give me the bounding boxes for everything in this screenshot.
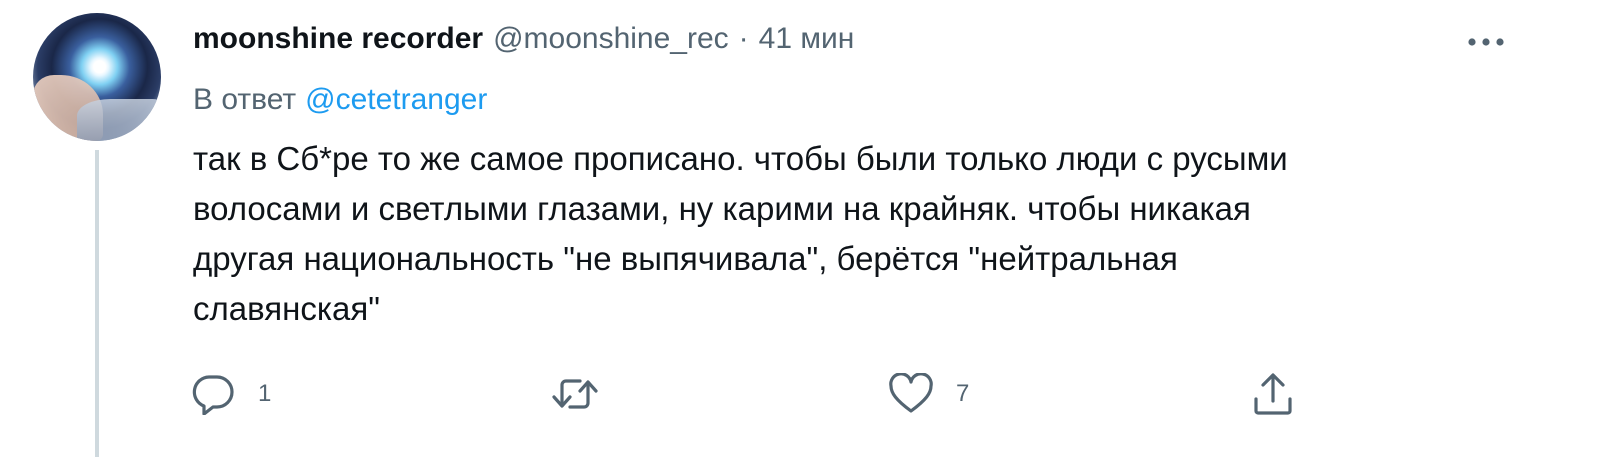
reply-mention-link[interactable]: @cetetranger bbox=[305, 83, 487, 117]
reply-icon bbox=[192, 375, 234, 415]
tweet-text-line: славянская" bbox=[193, 290, 380, 327]
heart-icon bbox=[889, 373, 933, 413]
share-button[interactable] bbox=[1250, 366, 1296, 422]
tweet-text-line: волосами и светлыми глазами, ну карими н… bbox=[193, 190, 1251, 227]
header-separator: · bbox=[738, 22, 749, 55]
tweet-actions: 1 7 bbox=[0, 366, 1600, 422]
reply-prefix: В ответ bbox=[193, 83, 297, 116]
retweet-icon bbox=[552, 379, 598, 409]
reply-context: В ответ @cetetranger bbox=[193, 79, 487, 121]
tweet-timestamp[interactable]: 41 мин bbox=[759, 22, 855, 56]
reply-button[interactable]: 1 bbox=[190, 366, 271, 422]
reply-count: 1 bbox=[258, 380, 272, 407]
retweet-button[interactable] bbox=[550, 366, 622, 422]
like-count: 7 bbox=[956, 380, 970, 407]
tweet[interactable]: moonshine recorder @moonshine_rec · 41 м… bbox=[0, 0, 1600, 457]
more-button[interactable] bbox=[1462, 22, 1510, 62]
author-display-name[interactable]: moonshine recorder bbox=[193, 22, 483, 56]
author-handle[interactable]: @moonshine_rec bbox=[493, 22, 729, 56]
tweet-text: так в Сб*ре то же самое прописано. чтобы… bbox=[193, 134, 1523, 334]
avatar[interactable] bbox=[33, 13, 161, 141]
tweet-text-line: другая национальность "не выпячивала", б… bbox=[193, 240, 1178, 277]
more-icon bbox=[1468, 38, 1504, 46]
tweet-text-line: так в Сб*ре то же самое прописано. чтобы… bbox=[193, 140, 1288, 177]
like-button[interactable]: 7 bbox=[888, 366, 969, 422]
tweet-header: moonshine recorder @moonshine_rec · 41 м… bbox=[193, 16, 854, 62]
share-icon bbox=[1254, 373, 1292, 415]
